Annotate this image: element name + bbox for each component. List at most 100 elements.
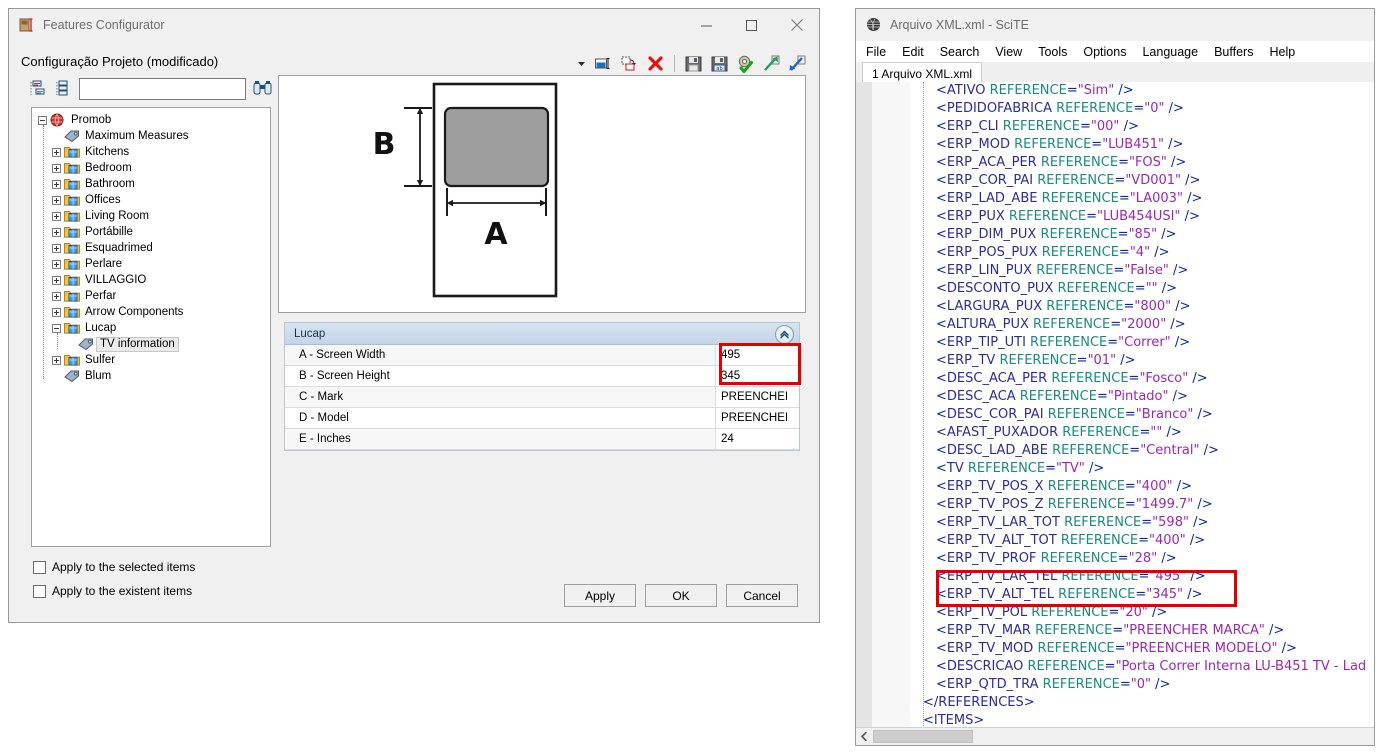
code-line[interactable]: <ERP_ACA_PER REFERENCE="FOS" /> bbox=[856, 154, 1374, 172]
code-line[interactable]: <DESCONTO_PUX REFERENCE="" /> bbox=[856, 280, 1374, 298]
menu-search[interactable]: Search bbox=[940, 45, 980, 59]
tree-item-promob[interactable]: Promob bbox=[32, 112, 270, 128]
save-icon[interactable] bbox=[684, 54, 703, 73]
menu-options[interactable]: Options bbox=[1083, 45, 1126, 59]
tree-item-esquadrimed[interactable]: Esquadrimed bbox=[32, 240, 270, 256]
code-line[interactable]: <ERP_TV_ALT_TEL REFERENCE="345" /> bbox=[856, 586, 1374, 604]
scroll-left-icon[interactable] bbox=[856, 728, 873, 745]
property-row[interactable]: C - Mark PREENCHEI bbox=[285, 387, 799, 408]
tree-expander-plus[interactable] bbox=[52, 227, 61, 237]
tree-item-bathroom[interactable]: Bathroom bbox=[32, 176, 270, 192]
code-line[interactable]: <DESC_LAD_ABE REFERENCE="Central" /> bbox=[856, 442, 1374, 460]
property-value[interactable]: PREENCHEI bbox=[716, 408, 799, 428]
tree-item-port-bille[interactable]: Portábille bbox=[32, 224, 270, 240]
code-line[interactable]: <ERP_TV_LAR_TOT REFERENCE="598" /> bbox=[856, 514, 1374, 532]
tree-item-bedroom[interactable]: Bedroom bbox=[32, 160, 270, 176]
tree-item-villaggio[interactable]: VILLAGGIO bbox=[32, 272, 270, 288]
apply-existent-checkbox[interactable] bbox=[33, 584, 46, 598]
code-line[interactable]: <ERP_PUX REFERENCE="LUB454USI" /> bbox=[856, 208, 1374, 226]
tree-item-maximum-measures[interactable]: Maximum Measures bbox=[32, 128, 270, 144]
code-line[interactable]: <ERP_MOD REFERENCE="LUB451" /> bbox=[856, 136, 1374, 154]
property-row[interactable]: E - Inches 24 bbox=[285, 429, 799, 450]
tree-expander-plus[interactable] bbox=[52, 147, 61, 157]
code-line[interactable]: <ERP_TV_ALT_TOT REFERENCE="400" /> bbox=[856, 532, 1374, 550]
code-line[interactable]: <ERP_DIM_PUX REFERENCE="85" /> bbox=[856, 226, 1374, 244]
code-line[interactable]: <ERP_TV_POL REFERENCE="20" /> bbox=[856, 604, 1374, 622]
tree-item-blum[interactable]: Blum bbox=[32, 368, 270, 384]
cancel-button[interactable]: Cancel bbox=[726, 584, 798, 607]
code-line[interactable]: <ITEMS> bbox=[856, 712, 1374, 728]
duplicate-icon[interactable] bbox=[620, 54, 639, 73]
tree-expander-minus[interactable] bbox=[52, 323, 61, 333]
tree-expander-plus[interactable] bbox=[52, 275, 61, 285]
binoculars-icon[interactable] bbox=[252, 79, 274, 99]
code-line[interactable]: <ERP_QTD_TRA REFERENCE="0" /> bbox=[856, 676, 1374, 694]
code-line[interactable]: <DESC_ACA_PER REFERENCE="Fosco" /> bbox=[856, 370, 1374, 388]
property-value[interactable]: 24 bbox=[716, 429, 799, 449]
code-line[interactable]: <ERP_TV_LAR_TEL REFERENCE="495" /> bbox=[856, 568, 1374, 586]
tree-item-tv-information[interactable]: TV information bbox=[32, 336, 270, 352]
tree-expander-plus[interactable] bbox=[52, 195, 61, 205]
code-line[interactable]: <ERP_CLI REFERENCE="00" /> bbox=[856, 118, 1374, 136]
code-line[interactable]: <DESCRICAO REFERENCE="Porta Correr Inter… bbox=[856, 658, 1374, 676]
tree-item-arrow-components[interactable]: Arrow Components bbox=[32, 304, 270, 320]
tree-item-perfar[interactable]: Perfar bbox=[32, 288, 270, 304]
close-icon[interactable] bbox=[774, 9, 819, 41]
tree-item-perlare[interactable]: Perlare bbox=[32, 256, 270, 272]
menu-help[interactable]: Help bbox=[1269, 45, 1295, 59]
apply-selected-checkbox-row[interactable]: Apply to the selected items bbox=[33, 560, 195, 574]
code-line[interactable]: <LARGURA_PUX REFERENCE="800" /> bbox=[856, 298, 1374, 316]
code-line[interactable]: <ALTURA_PUX REFERENCE="2000" /> bbox=[856, 316, 1374, 334]
tree-expander-plus[interactable] bbox=[52, 243, 61, 253]
code-line[interactable]: <ERP_TIP_UTI REFERENCE="Correr" /> bbox=[856, 334, 1374, 352]
code-line[interactable]: <ERP_TV_PROF REFERENCE="28" /> bbox=[856, 550, 1374, 568]
code-line[interactable]: <ATIVO REFERENCE="Sim" /> bbox=[856, 82, 1374, 100]
scrollbar-thumb[interactable] bbox=[873, 730, 973, 743]
code-line[interactable]: <ERP_POS_PUX REFERENCE="4" /> bbox=[856, 244, 1374, 262]
tree-item-lucap[interactable]: Lucap bbox=[32, 320, 270, 336]
code-line[interactable]: </REFERENCES> bbox=[856, 694, 1374, 712]
chevron-up-icon[interactable] bbox=[775, 325, 794, 344]
settings-check-icon[interactable] bbox=[736, 54, 755, 73]
property-value[interactable]: 345 bbox=[716, 366, 799, 386]
tree-expander-plus[interactable] bbox=[52, 211, 61, 221]
search-input[interactable] bbox=[79, 78, 246, 100]
tree-expander-plus[interactable] bbox=[52, 291, 61, 301]
code-line[interactable]: <ERP_TV_MAR REFERENCE="PREENCHER MARCA" … bbox=[856, 622, 1374, 640]
menu-file[interactable]: File bbox=[866, 45, 886, 59]
tree-expander-minus[interactable] bbox=[38, 115, 47, 125]
tree-expander-plus[interactable] bbox=[52, 179, 61, 189]
minimize-icon[interactable] bbox=[684, 9, 729, 41]
tree-expander-plus[interactable] bbox=[52, 259, 61, 269]
menu-buffers[interactable]: Buffers bbox=[1214, 45, 1253, 59]
apply-button[interactable]: Apply bbox=[564, 584, 636, 607]
code-line[interactable]: <PEDIDOFABRICA REFERENCE="0" /> bbox=[856, 100, 1374, 118]
code-line[interactable]: <ERP_TV_POS_Z REFERENCE="1499.7" /> bbox=[856, 496, 1374, 514]
tree-expander-plus[interactable] bbox=[52, 163, 61, 173]
code-line[interactable]: <ERP_LAD_ABE REFERENCE="LA003" /> bbox=[856, 190, 1374, 208]
menu-tools[interactable]: Tools bbox=[1038, 45, 1067, 59]
xml-code-area[interactable]: <ATIVO REFERENCE="Sim" /> <PEDIDOFABRICA … bbox=[856, 82, 1374, 728]
property-row[interactable]: D - Model PREENCHEI bbox=[285, 408, 799, 429]
delete-icon[interactable] bbox=[646, 54, 665, 73]
menu-view[interactable]: View bbox=[995, 45, 1022, 59]
property-row[interactable]: B - Screen Height 345 bbox=[285, 366, 799, 387]
expand-tree-icon[interactable] bbox=[29, 80, 47, 98]
apply-selected-checkbox[interactable] bbox=[33, 560, 46, 574]
tree-expander-plus[interactable] bbox=[52, 355, 61, 365]
maximize-icon[interactable] bbox=[729, 9, 774, 41]
menu-language[interactable]: Language bbox=[1142, 45, 1198, 59]
code-line[interactable]: <ERP_TV_POS_X REFERENCE="400" /> bbox=[856, 478, 1374, 496]
ok-button[interactable]: OK bbox=[645, 584, 717, 607]
editor-horizontal-scrollbar[interactable] bbox=[856, 727, 1374, 745]
import-icon[interactable] bbox=[788, 54, 807, 73]
property-value[interactable]: 495 bbox=[716, 345, 799, 365]
menu-edit[interactable]: Edit bbox=[902, 45, 924, 59]
tree-expander-plus[interactable] bbox=[52, 307, 61, 317]
tree-item-kitchens[interactable]: Kitchens bbox=[32, 144, 270, 160]
code-line[interactable]: <ERP_TV_MOD REFERENCE="PREENCHER MODELO"… bbox=[856, 640, 1374, 658]
features-tree[interactable]: Promob Maximum Measures Kitchens Bedroom Bat… bbox=[31, 107, 271, 547]
dropdown-arrow-icon[interactable] bbox=[576, 54, 587, 73]
code-line[interactable]: <TV REFERENCE="TV" /> bbox=[856, 460, 1374, 478]
code-line[interactable]: <ERP_LIN_PUX REFERENCE="False" /> bbox=[856, 262, 1374, 280]
